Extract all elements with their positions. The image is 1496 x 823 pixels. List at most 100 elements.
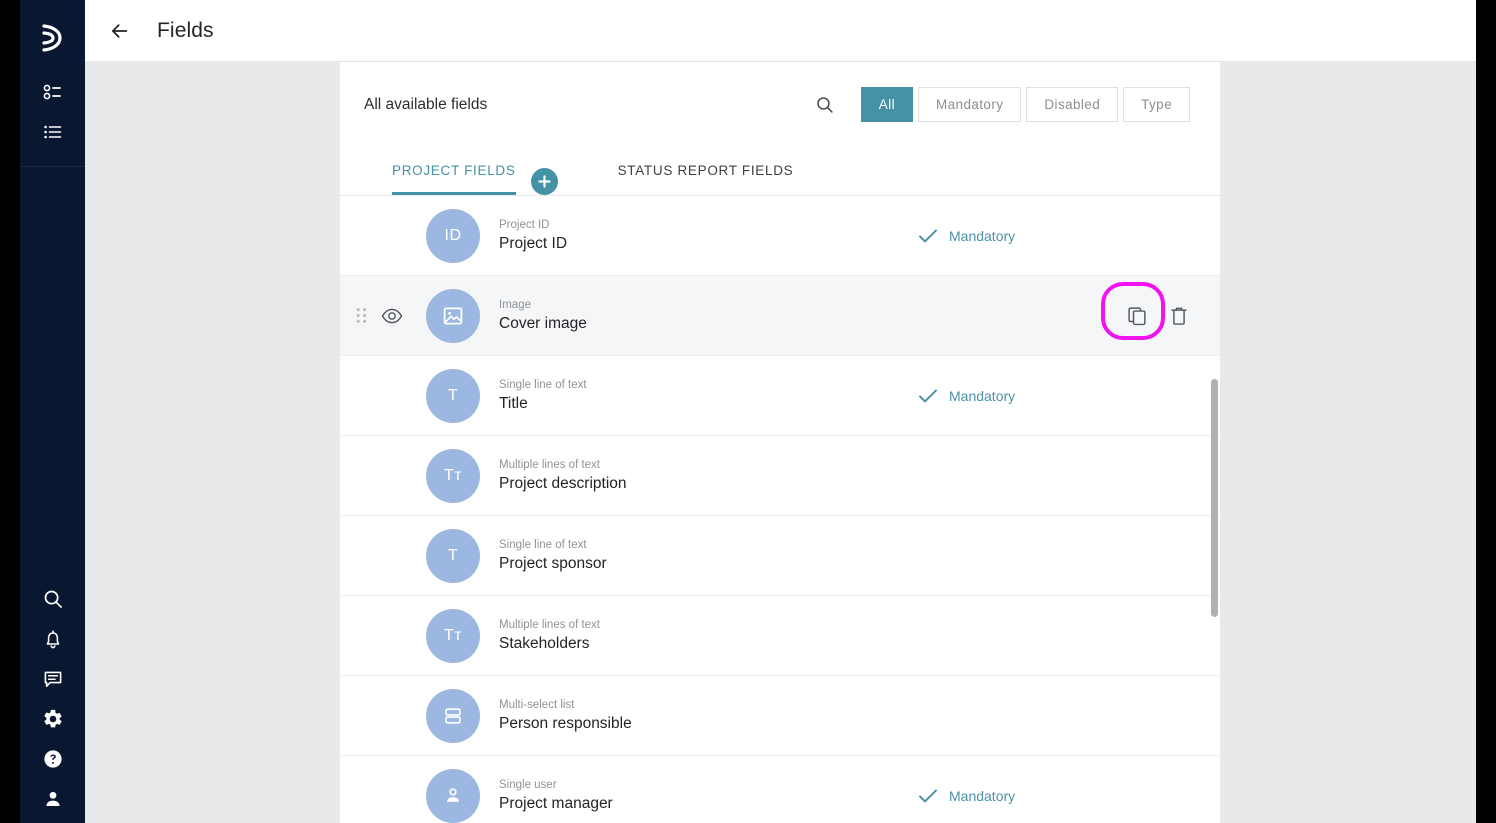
table-row[interactable]: T Single line of text Title Mandatory: [340, 356, 1220, 436]
tab-status-report-fields-label: STATUS REPORT FIELDS: [617, 163, 794, 178]
avatar-label: Tт: [443, 466, 463, 484]
table-row[interactable]: T Single line of text Project sponsor: [340, 516, 1220, 596]
tab-project-fields[interactable]: PROJECT FIELDS: [392, 146, 516, 195]
row-field-name: Person responsible: [499, 715, 632, 732]
table-row[interactable]: Tт Multiple lines of text Project descri…: [340, 436, 1220, 516]
tab-bar: PROJECT FIELDS STATUS REPORT FIELDS: [340, 147, 1220, 196]
tab-project-fields-label: PROJECT FIELDS: [392, 163, 516, 178]
sidebar-item-notifications[interactable]: [20, 619, 85, 659]
visibility-toggle-button[interactable]: [381, 308, 403, 324]
row-field-type: Multi-select list: [499, 699, 575, 711]
add-field-button[interactable]: [530, 168, 558, 195]
avatar: [426, 768, 480, 823]
sidebar-item-settings-list[interactable]: [20, 72, 85, 112]
sidebar-item-list[interactable]: [20, 112, 85, 152]
row-texts: Single line of text Project sponsor: [499, 538, 607, 573]
table-row[interactable]: Multi-select list Person responsible: [340, 676, 1220, 756]
app-logo[interactable]: [20, 14, 85, 62]
check-icon: [919, 228, 937, 242]
sidebar-bottom-group: [20, 579, 85, 823]
mandatory-label: Mandatory: [949, 787, 1016, 804]
table-row[interactable]: ID Project ID Project ID Mandatory: [340, 196, 1220, 276]
list-scrollbar-track[interactable]: [1210, 197, 1220, 823]
gear-icon: [43, 709, 62, 728]
filter-disabled-button[interactable]: Disabled: [1026, 87, 1119, 122]
card-title: All available fields: [364, 95, 488, 113]
duplicate-button[interactable]: [1101, 281, 1165, 340]
filter-type-button[interactable]: Type: [1123, 87, 1190, 122]
drag-handle[interactable]: [356, 307, 367, 324]
left-sidebar: [20, 0, 85, 823]
avatar: [426, 288, 480, 343]
single-user-icon: [447, 787, 459, 802]
row-field-type: Single line of text: [499, 539, 587, 551]
settings-list-icon: [43, 84, 61, 100]
sidebar-item-help[interactable]: [20, 739, 85, 779]
row-field-name: Stakeholders: [499, 635, 590, 652]
eye-icon: [381, 308, 403, 323]
avatar-label: T: [447, 386, 459, 404]
sidebar-divider: [20, 166, 85, 167]
table-row[interactable]: Tт Multiple lines of text Stakeholders: [340, 596, 1220, 676]
row-field-name: Project ID: [499, 235, 568, 252]
list-icon: [43, 125, 61, 139]
row-field-name: Project sponsor: [499, 555, 607, 572]
status-badge: Mandatory: [918, 388, 1015, 404]
chat-icon: [44, 671, 61, 687]
filter-all-button[interactable]: All: [860, 87, 913, 122]
crescent-arcs-logo-icon: [41, 24, 62, 52]
row-texts: Single user Project manager: [499, 778, 613, 813]
tab-status-report-fields[interactable]: STATUS REPORT FIELDS: [618, 146, 794, 195]
back-button[interactable]: [103, 14, 137, 48]
sidebar-item-messages[interactable]: [20, 659, 85, 699]
mandatory-label: Mandatory: [949, 387, 1016, 404]
delete-button[interactable]: [1166, 303, 1192, 329]
status-badge: Mandatory: [918, 788, 1015, 804]
sidebar-item-profile[interactable]: [20, 779, 85, 819]
fields-card: All available fields All Mandatory Disab…: [340, 62, 1220, 823]
avatar-label: T: [447, 546, 459, 564]
page-title: Fields: [157, 18, 214, 42]
row-texts: Multiple lines of text Project descripti…: [499, 458, 627, 493]
table-row[interactable]: Image Cover image: [340, 276, 1220, 356]
table-row[interactable]: Single user Project manager Mandatory: [340, 756, 1220, 823]
list-scrollbar-thumb[interactable]: [1211, 379, 1218, 617]
status-badge: Mandatory: [918, 228, 1015, 244]
sidebar-item-settings[interactable]: [20, 699, 85, 739]
row-texts: Single line of text Title: [499, 378, 587, 413]
filter-button-group: All Mandatory Disabled Type: [856, 87, 1190, 122]
avatar: [426, 688, 480, 743]
avatar-label: ID: [444, 226, 462, 244]
row-field-name: Cover image: [499, 315, 587, 332]
bell-icon: [46, 630, 59, 649]
row-texts: Multi-select list Person responsible: [499, 698, 632, 733]
row-texts: Multiple lines of text Stakeholders: [499, 618, 600, 653]
copy-icon: [1128, 306, 1146, 325]
card-header: All available fields All Mandatory Disab…: [340, 62, 1220, 147]
plus-icon: [537, 175, 551, 188]
multiselect-list-icon: [445, 707, 461, 724]
arrow-left-icon: [111, 23, 128, 38]
drag-dots-icon: [356, 308, 367, 323]
check-icon: [919, 388, 937, 402]
search-button[interactable]: [808, 88, 842, 122]
row-texts: Image Cover image: [499, 298, 587, 333]
trash-icon: [1171, 307, 1187, 325]
search-icon: [817, 96, 833, 113]
left-black-gutter: [0, 0, 20, 823]
check-icon: [919, 788, 937, 802]
avatar: T: [426, 368, 480, 423]
page-canvas: All available fields All Mandatory Disab…: [85, 62, 1476, 823]
row-actions: [1101, 281, 1192, 340]
row-texts: Project ID Project ID: [499, 218, 567, 253]
sidebar-item-search[interactable]: [20, 579, 85, 619]
filter-mandatory-button[interactable]: Mandatory: [918, 87, 1022, 122]
row-field-type: Multiple lines of text: [499, 619, 600, 631]
row-field-name: Project manager: [499, 795, 613, 812]
question-mark-icon: [43, 750, 62, 768]
sidebar-top-group: [20, 0, 85, 167]
row-field-type: Image: [499, 299, 531, 311]
avatar: Tт: [426, 448, 480, 503]
fields-list: ID Project ID Project ID Mandatory Image…: [340, 196, 1220, 823]
avatar: ID: [426, 208, 480, 263]
